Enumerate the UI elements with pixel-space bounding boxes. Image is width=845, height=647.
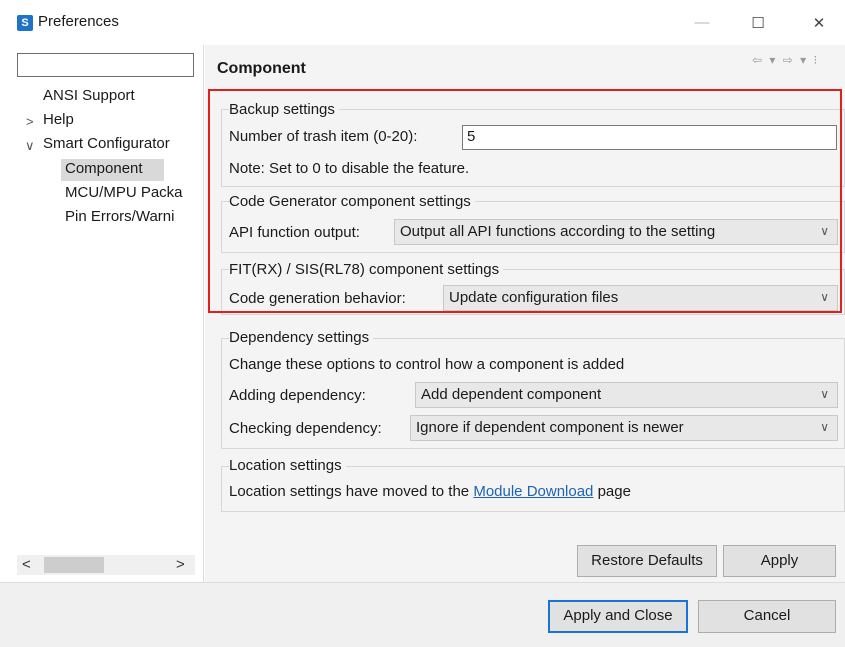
tree-item-ansi-support[interactable]: ANSI Support: [43, 87, 135, 104]
location-settings-text: Location settings have moved to the Modu…: [229, 483, 631, 500]
tree-item-component[interactable]: Component: [65, 160, 143, 177]
tree-item-mcu-mpu-package[interactable]: MCU/MPU Packa: [65, 184, 201, 201]
cancel-button[interactable]: Cancel: [698, 600, 836, 633]
tree-item-pin-errors-warnings[interactable]: Pin Errors/Warni: [65, 208, 201, 225]
chevron-down-icon: ∨: [820, 420, 829, 434]
scroll-left-icon[interactable]: <: [22, 556, 31, 573]
location-text-before: Location settings have moved to the: [229, 483, 474, 500]
adding-dependency-label: Adding dependency:: [229, 387, 366, 404]
window-title: Preferences: [38, 13, 119, 30]
module-download-link[interactable]: Module Download: [473, 483, 593, 500]
app-icon: S: [17, 15, 33, 31]
scrollbar-thumb[interactable]: [44, 557, 104, 573]
highlight-annotation-box: [208, 89, 842, 313]
restore-defaults-button[interactable]: Restore Defaults: [577, 545, 717, 577]
checking-dependency-select[interactable]: Ignore if dependent component is newer ∨: [410, 415, 838, 441]
apply-and-close-button[interactable]: Apply and Close: [548, 600, 688, 633]
checking-dependency-label: Checking dependency:: [229, 420, 382, 437]
minimize-button[interactable]: —: [679, 0, 725, 45]
location-text-after: page: [593, 483, 631, 500]
filter-input[interactable]: [17, 53, 194, 77]
apply-button[interactable]: Apply: [723, 545, 836, 577]
location-settings-title: Location settings: [229, 457, 346, 474]
collapse-arrow-icon[interactable]: ∨: [25, 138, 35, 154]
dependency-description: Change these options to control how a co…: [229, 356, 625, 373]
adding-dependency-value: Add dependent component: [421, 386, 602, 403]
close-button[interactable]: ✕: [796, 0, 842, 45]
checking-dependency-value: Ignore if dependent component is newer: [416, 419, 684, 436]
scroll-right-icon[interactable]: >: [176, 556, 185, 573]
dependency-settings-title: Dependency settings: [229, 329, 374, 346]
tree-item-smart-configurator[interactable]: Smart Configurator: [43, 135, 170, 152]
adding-dependency-select[interactable]: Add dependent component ∨: [415, 382, 838, 408]
maximize-button[interactable]: ☐: [735, 0, 781, 45]
chevron-down-icon: ∨: [820, 387, 829, 401]
page-title: Component: [217, 60, 306, 77]
history-nav-icons[interactable]: ⇦ ▾ ⇨ ▾ ⁝: [752, 53, 819, 67]
expand-arrow-icon[interactable]: >: [26, 114, 34, 129]
tree-item-help[interactable]: Help: [43, 111, 74, 128]
